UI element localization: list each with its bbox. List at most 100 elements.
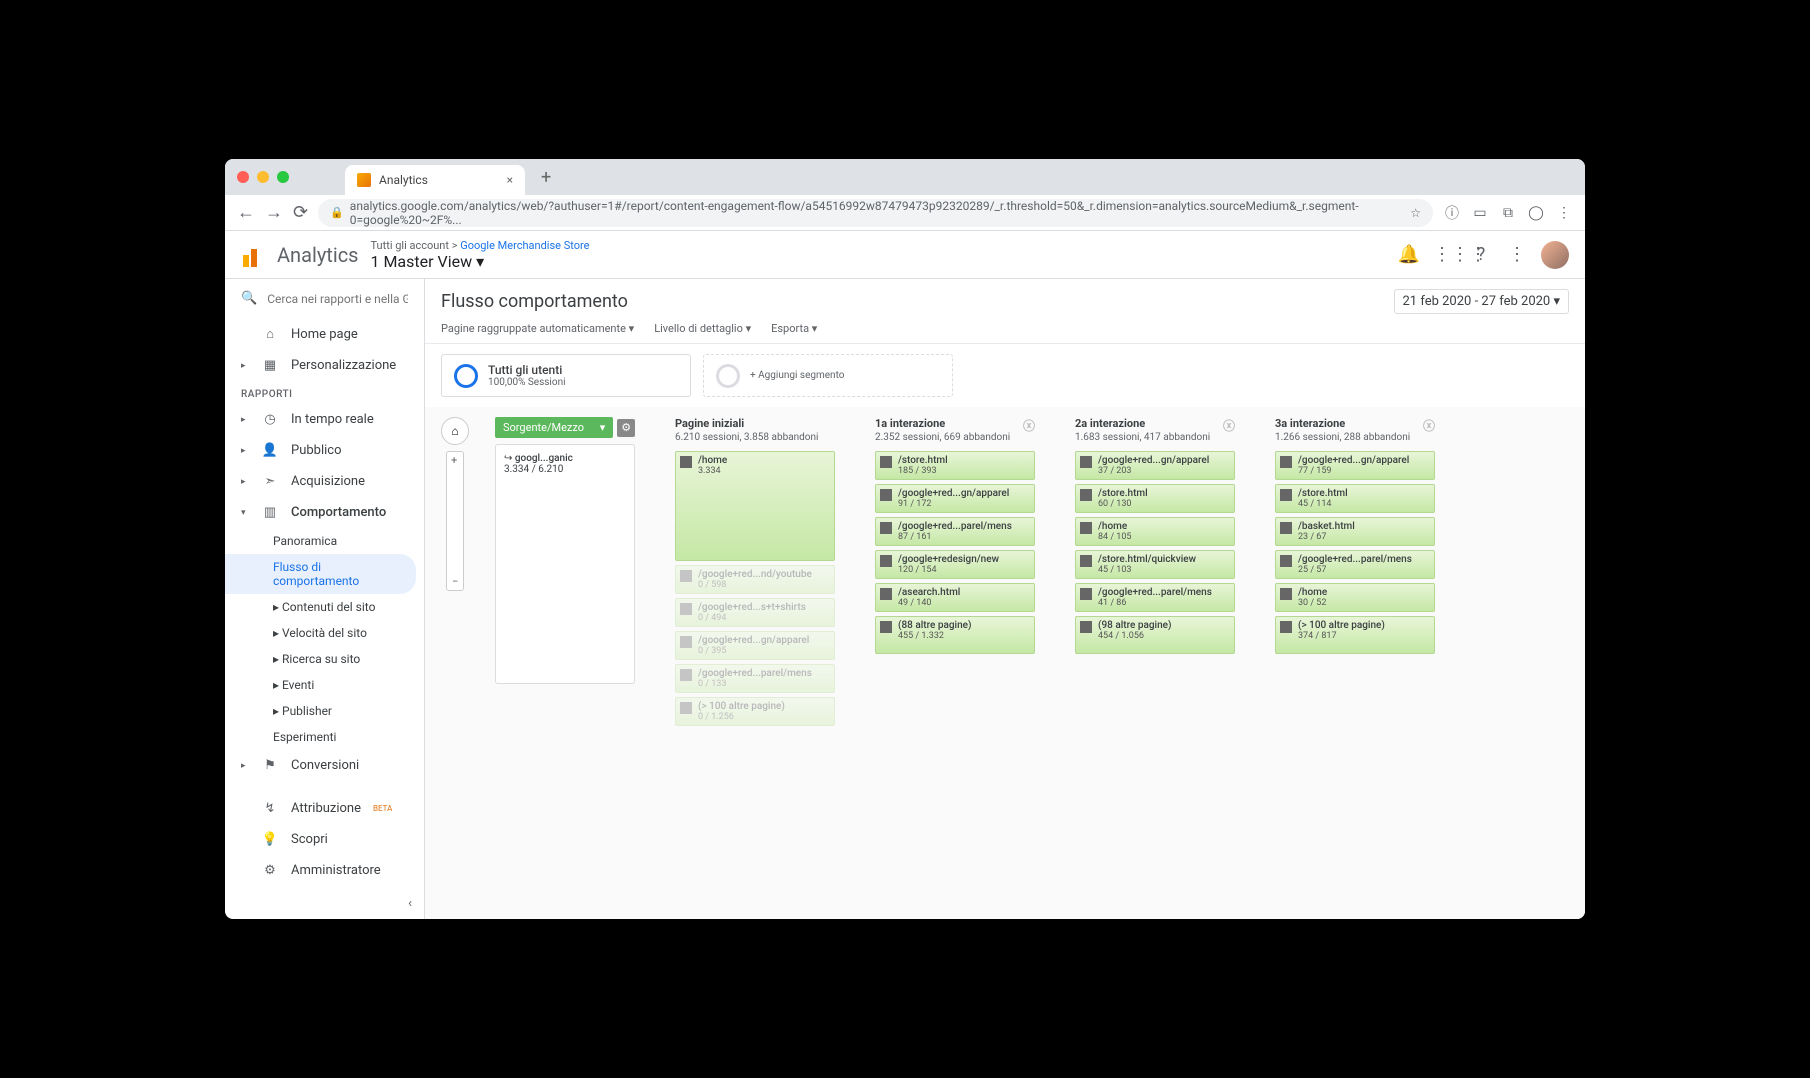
page-icon [680, 570, 692, 582]
sidebar-item-audience[interactable]: ▸👤Pubblico [225, 435, 424, 466]
lightbulb-icon: 💡 [261, 832, 279, 847]
flow-node[interactable]: /asearch.html49 / 140 [875, 583, 1035, 612]
remove-column-icon[interactable]: ⓧ [1223, 417, 1235, 434]
flow-node[interactable]: (> 100 altre pagine)0 / 1.256 [675, 697, 835, 726]
flow-node[interactable]: /google+red...gn/apparel0 / 395 [675, 631, 835, 660]
remove-column-icon[interactable]: ⓧ [1423, 417, 1435, 434]
sidebar-item-discover[interactable]: 💡Scopri [225, 824, 424, 855]
browser-tab[interactable]: Analytics × [345, 165, 525, 195]
page-icon [1280, 588, 1292, 600]
flow-node[interactable]: /google+red...gn/apparel91 / 172 [875, 484, 1035, 513]
extension-icon[interactable]: ⧉ [1499, 205, 1517, 221]
forward-button[interactable]: → [265, 202, 283, 223]
detail-dropdown[interactable]: Livello di dettaglio ▾ [654, 322, 751, 335]
search-input[interactable] [267, 292, 408, 306]
page-icon [1280, 555, 1292, 567]
sidebar-item-realtime[interactable]: ▸◷In tempo reale [225, 404, 424, 435]
page-icon [680, 636, 692, 648]
notifications-icon[interactable]: 🔔 [1397, 244, 1421, 265]
add-segment-button[interactable]: + Aggiungi segmento [703, 354, 953, 397]
sidebar-item-home[interactable]: ⌂Home page [225, 318, 424, 350]
flow-node[interactable]: /google+red...gn/apparel37 / 203 [1075, 451, 1235, 480]
url-text: analytics.google.com/analytics/web/?auth… [350, 199, 1404, 227]
segment-ring-icon [716, 364, 740, 388]
view-selector[interactable]: 1 Master View▾ [371, 252, 590, 271]
flow-node[interactable]: /google+red...nd/youtube0 / 598 [675, 565, 835, 594]
breadcrumb[interactable]: Tutti gli account > Google Merchandise S… [371, 239, 590, 252]
flow-node[interactable]: /store.html60 / 130 [1075, 484, 1235, 513]
flow-home-button[interactable]: ⌂ [441, 417, 469, 445]
flow-node[interactable]: /home84 / 105 [1075, 517, 1235, 546]
page-icon [1280, 522, 1292, 534]
page-icon [1080, 456, 1092, 468]
flow-node[interactable]: /google+red...parel/mens41 / 86 [1075, 583, 1235, 612]
maximize-window-button[interactable] [277, 171, 289, 183]
flow-node[interactable]: (98 altre pagine)454 / 1.056 [1075, 616, 1235, 654]
flow-chart[interactable]: ⌂ Sorgente/Mezzo▾ ⚙ ↪ googl...ganic 3.33… [425, 407, 1585, 919]
dimension-settings-button[interactable]: ⚙ [617, 419, 635, 437]
menu-icon[interactable]: ⋮ [1555, 205, 1573, 221]
lock-icon: 🔒 [330, 206, 344, 219]
app-header: Analytics Tutti gli account > Google Mer… [225, 231, 1585, 279]
profile-icon[interactable]: ◯ [1527, 205, 1545, 221]
devtools-icon[interactable]: ▭ [1471, 205, 1489, 221]
sidebar-item-conversions[interactable]: ▸⚑Conversioni [225, 750, 424, 781]
page-icon [1280, 621, 1292, 633]
export-dropdown[interactable]: Esporta ▾ [771, 322, 817, 335]
apps-icon[interactable]: ⋮⋮⋮ [1433, 244, 1457, 265]
sidebar-sub-behavior-flow[interactable]: Flusso di comportamento [225, 554, 416, 594]
minimize-window-button[interactable] [257, 171, 269, 183]
back-button[interactable]: ← [237, 202, 255, 223]
flow-node[interactable]: /store.html/quickview45 / 103 [1075, 550, 1235, 579]
attribution-icon: ↯ [261, 801, 279, 816]
sidebar-sub-overview[interactable]: Panoramica [225, 528, 424, 554]
close-tab-icon[interactable]: × [507, 173, 513, 187]
sidebar-sub-site-search[interactable]: ▸ Ricerca su sito [225, 646, 424, 672]
sidebar-item-behavior[interactable]: ▾▥Comportamento [225, 497, 424, 528]
info-icon[interactable]: ⓘ [1443, 203, 1461, 223]
sidebar-sub-publisher[interactable]: ▸ Publisher [225, 698, 424, 724]
remove-column-icon[interactable]: ⓧ [1023, 417, 1035, 434]
sidebar-sub-experiments[interactable]: Esperimenti [225, 724, 424, 750]
sidebar-item-customization[interactable]: ▸▦Personalizzazione [225, 350, 424, 381]
close-window-button[interactable] [237, 171, 249, 183]
flag-icon: ⚑ [261, 758, 279, 773]
flow-node[interactable]: /google+red...s+t+shirts0 / 494 [675, 598, 835, 627]
star-icon[interactable]: ☆ [1410, 206, 1421, 220]
address-bar[interactable]: 🔒 analytics.google.com/analytics/web/?au… [318, 199, 1433, 227]
flow-node[interactable]: (> 100 altre pagine)374 / 817 [1275, 616, 1435, 654]
grouping-dropdown[interactable]: Pagine raggruppate automaticamente ▾ [441, 322, 634, 335]
new-tab-button[interactable]: + [533, 167, 559, 188]
flow-node[interactable]: /google+red...parel/mens25 / 57 [1275, 550, 1435, 579]
flow-node[interactable]: /home3.334 [675, 451, 835, 561]
column-header: 2a interazioneⓧ [1075, 417, 1235, 430]
sidebar-item-admin[interactable]: ⚙Amministratore [225, 855, 424, 886]
flow-node[interactable]: /home30 / 52 [1275, 583, 1435, 612]
flow-node[interactable]: /store.html45 / 114 [1275, 484, 1435, 513]
kebab-icon[interactable]: ⋮ [1505, 244, 1529, 265]
sidebar-sub-site-speed[interactable]: ▸ Velocità del sito [225, 620, 424, 646]
source-node[interactable]: ↪ googl...ganic 3.334 / 6.210 [495, 444, 635, 684]
flow-node[interactable]: /google+red...parel/mens87 / 161 [875, 517, 1035, 546]
sidebar-item-acquisition[interactable]: ▸➣Acquisizione [225, 466, 424, 497]
flow-node[interactable]: /basket.html23 / 67 [1275, 517, 1435, 546]
flow-node[interactable]: /store.html185 / 393 [875, 451, 1035, 480]
flow-node[interactable]: (88 altre pagine)455 / 1.332 [875, 616, 1035, 654]
avatar[interactable] [1541, 241, 1569, 269]
flow-node[interactable]: /google+redesign/new120 / 154 [875, 550, 1035, 579]
date-range-picker[interactable]: 21 feb 2020 - 27 feb 2020 ▾ [1394, 289, 1570, 314]
dimension-selector[interactable]: Sorgente/Mezzo▾ [495, 417, 613, 438]
zoom-slider[interactable] [446, 451, 464, 591]
flow-node[interactable]: /google+red...gn/apparel77 / 159 [1275, 451, 1435, 480]
reload-button[interactable]: ⟳ [293, 202, 308, 223]
help-icon[interactable]: ? [1469, 244, 1493, 265]
flow-node[interactable]: /google+red...parel/mens0 / 133 [675, 664, 835, 693]
segment-all-users[interactable]: Tutti gli utenti100,00% Sessioni [441, 354, 691, 397]
sidebar-item-attribution[interactable]: ↯Attribuzione BETA [225, 793, 424, 824]
sidebar: 🔍 ⌂Home page ▸▦Personalizzazione RAPPORT… [225, 279, 425, 919]
sidebar-sub-site-content[interactable]: ▸ Contenuti del sito [225, 594, 424, 620]
sidebar-search[interactable]: 🔍 [225, 279, 424, 318]
sidebar-sub-events[interactable]: ▸ Eventi [225, 672, 424, 698]
collapse-sidebar-button[interactable]: ‹ [225, 888, 424, 919]
search-icon: 🔍 [241, 291, 257, 306]
